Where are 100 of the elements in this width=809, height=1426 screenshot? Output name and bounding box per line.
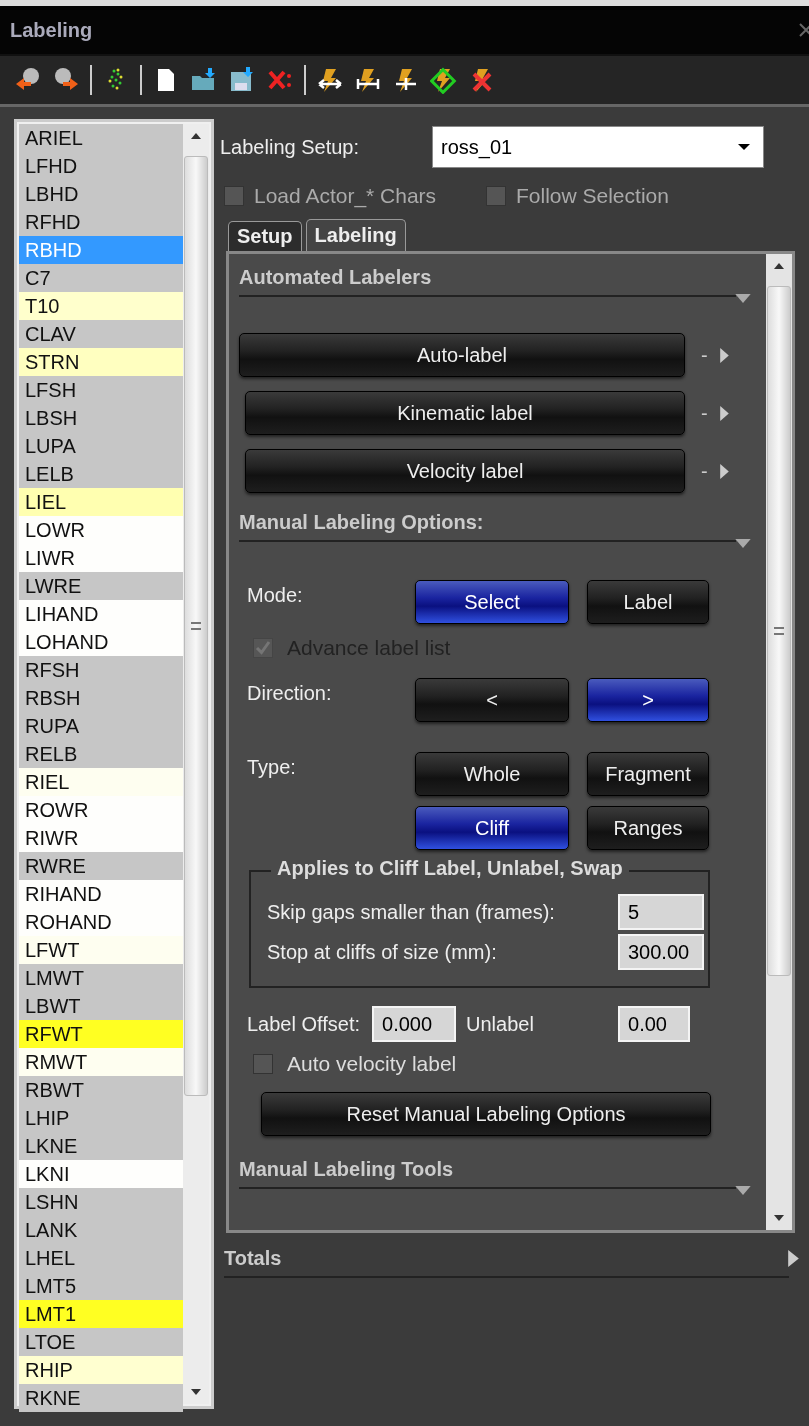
marker-item[interactable]: RFSH bbox=[19, 656, 183, 684]
marker-item[interactable]: LKNI bbox=[19, 1160, 183, 1188]
marker-item[interactable]: LIEL bbox=[19, 488, 183, 516]
direction-button[interactable]: > bbox=[587, 678, 709, 722]
marker-item[interactable]: LFSH bbox=[19, 376, 183, 404]
marker-item[interactable]: RFWT bbox=[19, 1020, 183, 1048]
type-label: Type: bbox=[247, 755, 297, 779]
reset-button[interactable]: Reset Manual Labeling Options bbox=[261, 1092, 711, 1136]
marker-item[interactable]: LIWR bbox=[19, 544, 183, 572]
expand-icon[interactable] bbox=[719, 347, 729, 363]
marker-item[interactable]: LHEL bbox=[19, 1244, 183, 1272]
marker-item[interactable]: RIEL bbox=[19, 768, 183, 796]
group-title: Applies to Cliff Label, Unlabel, Swap bbox=[271, 857, 629, 880]
scroll-thumb[interactable] bbox=[767, 286, 791, 976]
marker-item[interactable]: RBWT bbox=[19, 1076, 183, 1104]
marker-item[interactable]: LMWT bbox=[19, 964, 183, 992]
marker-item[interactable]: LIHAND bbox=[19, 600, 183, 628]
type-button[interactable]: Ranges bbox=[587, 806, 709, 850]
marker-item[interactable]: LFHD bbox=[19, 152, 183, 180]
scroll-thumb[interactable] bbox=[184, 156, 208, 1096]
marker-item[interactable]: C7 bbox=[19, 264, 183, 292]
marker-item[interactable]: LANK bbox=[19, 1216, 183, 1244]
marker-item[interactable]: LOWR bbox=[19, 516, 183, 544]
marker-item[interactable]: RKNE bbox=[19, 1384, 183, 1412]
input-field[interactable]: 0.00 bbox=[618, 1006, 691, 1042]
marker-item[interactable]: RIWR bbox=[19, 824, 183, 852]
marker-item[interactable]: T10 bbox=[19, 292, 183, 320]
marker-item[interactable]: RMWT bbox=[19, 1048, 183, 1076]
marker-item[interactable]: CLAV bbox=[19, 320, 183, 348]
input-field[interactable]: 0.000 bbox=[372, 1006, 457, 1042]
section-title: Automated Labelers bbox=[239, 266, 432, 288]
direction-button[interactable]: < bbox=[415, 678, 569, 722]
grip-icon bbox=[191, 622, 201, 630]
dash-text: - bbox=[701, 401, 708, 425]
dash-text: - bbox=[701, 459, 708, 483]
marker-item[interactable]: LMT5 bbox=[19, 1272, 183, 1300]
scroll-up-icon[interactable] bbox=[773, 262, 785, 270]
type-button[interactable]: Cliff bbox=[415, 806, 569, 850]
cycle-icon[interactable] bbox=[430, 66, 458, 94]
scrollbar[interactable] bbox=[766, 254, 792, 1230]
marker-item[interactable]: RHIP bbox=[19, 1356, 183, 1384]
type-button[interactable]: Whole bbox=[415, 752, 569, 796]
direction-label: Direction: bbox=[247, 681, 333, 705]
input-field[interactable]: 300.00 bbox=[618, 934, 704, 970]
marker-item[interactable]: ROHAND bbox=[19, 908, 183, 936]
tab[interactable]: Setup bbox=[228, 221, 302, 251]
input-field[interactable]: 5 bbox=[618, 894, 704, 930]
checkbox[interactable] bbox=[253, 1054, 273, 1074]
save-icon[interactable] bbox=[228, 66, 256, 94]
marker-item[interactable]: LFWT bbox=[19, 936, 183, 964]
checkbox-label: Follow Selection bbox=[516, 184, 669, 208]
section-title: Manual Labeling Options: bbox=[239, 511, 484, 533]
field-label: Unlabel bbox=[466, 1012, 535, 1036]
scroll-down-icon[interactable] bbox=[773, 1214, 785, 1222]
close-icon[interactable] bbox=[799, 23, 809, 37]
field-label: Label Offset: bbox=[247, 1012, 361, 1036]
mode-label: Mode: bbox=[247, 583, 304, 607]
labeler-button[interactable]: Auto-label bbox=[239, 333, 685, 377]
marker-item[interactable]: LWRE bbox=[19, 572, 183, 600]
setup-dropdown[interactable]: ross_01 bbox=[432, 126, 764, 168]
setup-label: Labeling Setup: bbox=[220, 135, 360, 159]
marker-item[interactable]: LTOE bbox=[19, 1328, 183, 1356]
marker-item[interactable]: LBHD bbox=[19, 180, 183, 208]
marker-item[interactable]: LSHN bbox=[19, 1188, 183, 1216]
marker-item[interactable]: LBWT bbox=[19, 992, 183, 1020]
marker-item[interactable]: RELB bbox=[19, 740, 183, 768]
marker-item[interactable]: LELB bbox=[19, 460, 183, 488]
marker-item[interactable]: STRN bbox=[19, 348, 183, 376]
marker-item[interactable]: LOHAND bbox=[19, 628, 183, 656]
scrollbar[interactable] bbox=[183, 124, 209, 1404]
collapse-icon[interactable] bbox=[734, 538, 752, 549]
tab[interactable]: Labeling bbox=[305, 219, 406, 251]
marker-item[interactable]: RBSH bbox=[19, 684, 183, 712]
marker-item[interactable]: RIHAND bbox=[19, 880, 183, 908]
mode-button[interactable]: Select bbox=[415, 580, 569, 624]
expand-icon[interactable] bbox=[788, 1250, 799, 1267]
mode-button[interactable]: Label bbox=[587, 580, 709, 624]
expand-icon[interactable] bbox=[719, 405, 729, 421]
marker-item[interactable]: ARIEL bbox=[19, 124, 183, 152]
scroll-down-icon[interactable] bbox=[190, 1388, 202, 1396]
marker-item[interactable]: LKNE bbox=[19, 1132, 183, 1160]
collapse-icon[interactable] bbox=[734, 1185, 752, 1196]
marker-item[interactable]: RWRE bbox=[19, 852, 183, 880]
marker-item[interactable]: RFHD bbox=[19, 208, 183, 236]
marker-item[interactable]: ROWR bbox=[19, 796, 183, 824]
marker-item[interactable]: RUPA bbox=[19, 712, 183, 740]
grip-icon bbox=[774, 627, 784, 635]
type-button[interactable]: Fragment bbox=[587, 752, 709, 796]
labeler-button[interactable]: Kinematic label bbox=[245, 391, 685, 435]
expand-icon[interactable] bbox=[719, 463, 729, 479]
marker-item[interactable]: LUPA bbox=[19, 432, 183, 460]
labeler-button[interactable]: Velocity label bbox=[245, 449, 685, 493]
checkbox[interactable] bbox=[486, 186, 506, 206]
marker-item[interactable]: LHIP bbox=[19, 1104, 183, 1132]
marker-item[interactable]: LBSH bbox=[19, 404, 183, 432]
collapse-icon[interactable] bbox=[734, 293, 752, 304]
checkbox[interactable] bbox=[224, 186, 244, 206]
checkbox-label: Load Actor_* Chars bbox=[254, 184, 437, 208]
scroll-up-icon[interactable] bbox=[190, 132, 202, 140]
marker-item[interactable]: LMT1 bbox=[19, 1300, 183, 1328]
